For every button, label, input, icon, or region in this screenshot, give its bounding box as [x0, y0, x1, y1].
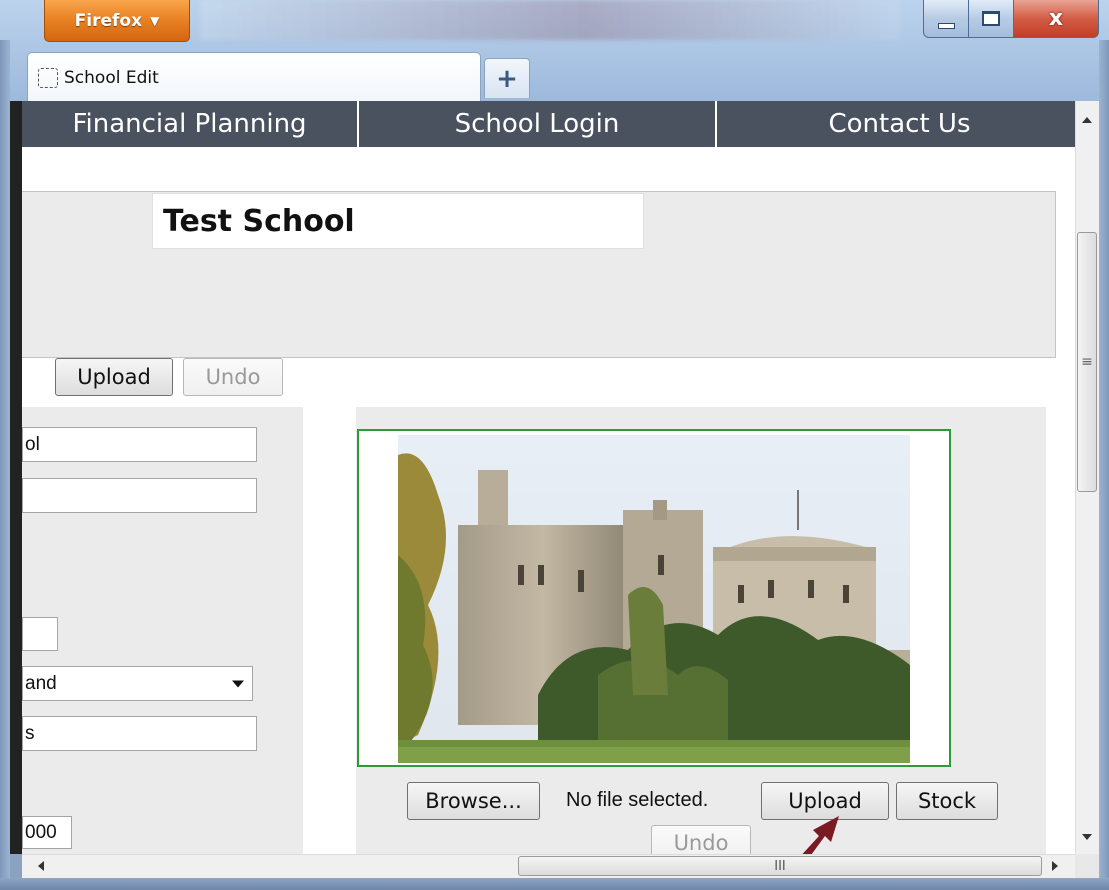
plus-icon: + — [496, 63, 518, 94]
banner-undo-button[interactable]: Undo — [183, 358, 283, 396]
minimize-icon — [937, 22, 955, 29]
maximize-button[interactable] — [968, 0, 1014, 38]
nav-financial-planning[interactable]: Financial Planning — [22, 101, 359, 147]
page-favicon-icon — [38, 67, 58, 88]
details-panel — [22, 407, 303, 854]
window-frame-bottom — [0, 878, 1109, 890]
horizontal-scroll-thumb[interactable]: III — [518, 856, 1042, 876]
grip-icon: ≡ — [1081, 354, 1093, 370]
school-name-input[interactable]: Test School — [152, 193, 644, 249]
nav-school-login[interactable]: School Login — [359, 101, 717, 147]
grip-icon: III — [774, 858, 786, 874]
site-nav: Financial Planning School Login Contact … — [22, 101, 1075, 147]
maximize-icon — [982, 11, 1000, 26]
tab-school-edit[interactable]: School Edit — [27, 52, 481, 102]
chevron-down-icon — [232, 680, 244, 687]
browse-button[interactable]: Browse... — [407, 782, 540, 820]
school-photo — [398, 435, 910, 763]
chevron-down-icon: ▼ — [150, 13, 160, 28]
school-field-2[interactable] — [22, 478, 257, 513]
window-frame-left — [0, 40, 10, 890]
country-select[interactable]: and — [22, 666, 253, 701]
school-field-4[interactable]: s — [22, 716, 257, 751]
pointer-arrow-icon — [802, 816, 839, 854]
vertical-scroll-thumb[interactable]: ≡ — [1077, 232, 1097, 492]
file-status-text: No file selected. — [566, 789, 709, 811]
school-field-5[interactable]: 000 — [22, 816, 72, 849]
country-select-value: and — [25, 672, 57, 694]
new-tab-button[interactable]: + — [484, 58, 530, 98]
stock-button[interactable]: Stock — [896, 782, 998, 820]
school-field-1[interactable]: ol — [22, 427, 257, 462]
firefox-menu-label: Firefox — [74, 10, 143, 31]
nav-contact-us[interactable]: Contact Us — [717, 101, 1075, 147]
banner-upload-button[interactable]: Upload — [55, 358, 173, 396]
window-frame-right — [1099, 40, 1109, 890]
page-viewport: Financial Planning School Login Contact … — [10, 101, 1075, 854]
close-icon: x — [1048, 6, 1064, 31]
page-left-edge — [10, 101, 22, 854]
browser-window: Firefox ▼ x School Edit + Financial Plan… — [0, 0, 1109, 890]
photo-undo-button[interactable]: Undo — [651, 825, 751, 854]
school-field-3[interactable] — [22, 617, 58, 651]
scrollbar-corner — [1075, 854, 1099, 878]
tab-title: School Edit — [64, 67, 159, 88]
titlebar-background — [200, 0, 900, 40]
minimize-button[interactable] — [923, 0, 969, 38]
firefox-menu-button[interactable]: Firefox ▼ — [44, 0, 190, 42]
close-window-button[interactable]: x — [1013, 0, 1099, 38]
